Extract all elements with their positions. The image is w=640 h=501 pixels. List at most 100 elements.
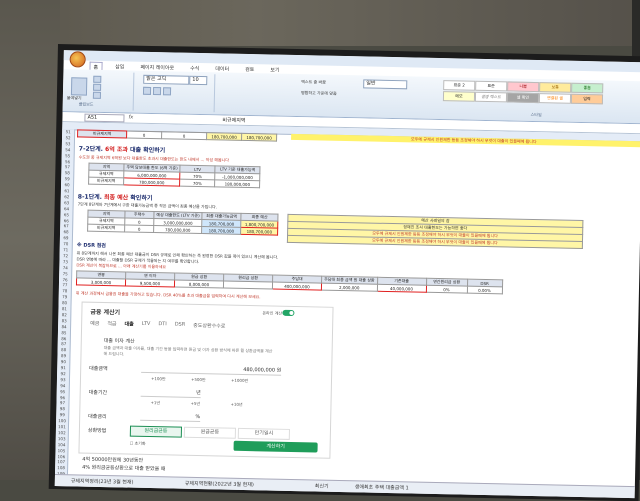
cell-value[interactable]: 780,000,000 [153, 225, 202, 234]
row-number[interactable]: 57 [61, 164, 73, 170]
row-number[interactable]: 70 [60, 241, 72, 246]
loan-period-input[interactable]: 년 [140, 387, 201, 399]
style-explanatory[interactable]: 설명 텍스트 [474, 91, 508, 103]
cell-value[interactable]: 0.00% [466, 286, 503, 294]
amount-chip[interactable]: +100만 [151, 376, 166, 382]
row-number[interactable]: 56 [61, 159, 73, 164]
row-number[interactable]: 66 [60, 218, 72, 223]
row-number[interactable]: 65 [60, 212, 72, 217]
row-number[interactable]: 108 [55, 465, 67, 470]
online-toggle[interactable] [282, 309, 295, 317]
cell-value[interactable]: 0 [124, 224, 154, 233]
row-number[interactable]: 76 [59, 277, 71, 282]
cell-value[interactable]: 8,000,000 [174, 279, 224, 289]
sheet-tab[interactable]: 규제지역정리(23년 3월 현재) [71, 477, 134, 485]
style-linked-cell[interactable]: 연결된 셀 [538, 93, 572, 104]
style-bad[interactable]: 나쁨 [507, 81, 540, 93]
cell-value[interactable]: 0 [161, 131, 207, 140]
row-number[interactable]: 102 [56, 430, 68, 435]
row-number[interactable]: 93 [57, 377, 69, 382]
row-number[interactable]: 101 [56, 424, 68, 429]
row-number[interactable]: 77 [59, 282, 71, 288]
style-good[interactable]: 좋음 [571, 82, 604, 94]
style-normal[interactable]: 표준 [475, 80, 508, 92]
row-number[interactable]: 107 [55, 459, 67, 464]
row-number[interactable]: 84 [58, 324, 70, 329]
row-number[interactable]: 62 [61, 194, 73, 199]
tab-dti[interactable]: DTI [158, 321, 167, 328]
period-chip[interactable]: +10년 [230, 402, 242, 408]
row-number[interactable]: 68 [60, 229, 72, 234]
format-painter-icon[interactable] [92, 91, 102, 99]
row-number[interactable]: 79 [59, 294, 71, 299]
style-memo[interactable]: 메모 [442, 91, 476, 102]
merge-center-button[interactable]: 병합하고 가운데 맞춤 [301, 90, 337, 97]
cell-region[interactable]: 비규제지역 [87, 224, 125, 232]
sheet-tab[interactable]: 생애최초 주택 대출금액 1 [355, 483, 409, 491]
style-check-cell[interactable]: 셀 확인 [506, 92, 540, 104]
method-equal-payment[interactable]: 원리금균등 [129, 425, 183, 438]
office-button[interactable] [69, 51, 86, 68]
cell-value[interactable]: 180,000,000 [214, 179, 260, 188]
row-number[interactable]: 55 [62, 153, 74, 158]
row-number[interactable]: 89 [57, 353, 69, 358]
row-number[interactable]: 99 [56, 412, 68, 417]
tab-deposit[interactable]: 예금 [90, 320, 99, 327]
row-number[interactable]: 64 [61, 206, 73, 211]
loan-amount-input[interactable]: 480,000,000 원 [141, 363, 282, 376]
row-number[interactable]: 74 [59, 265, 71, 270]
row-number[interactable]: 98 [56, 406, 68, 411]
row-number[interactable]: 52 [62, 135, 74, 140]
row-number[interactable]: 51 [62, 129, 74, 134]
underline-icon[interactable] [162, 87, 172, 96]
row-number[interactable]: 100 [56, 418, 68, 423]
style-normal2[interactable]: 표준 2 [443, 80, 476, 91]
tab-loan[interactable]: 대출 [124, 320, 133, 327]
calculate-button[interactable]: 계산하기 [233, 440, 318, 453]
row-number[interactable]: 83 [58, 318, 70, 323]
row-number[interactable]: 85 [58, 330, 70, 335]
period-chip[interactable]: +5년 [190, 401, 200, 407]
row-number[interactable]: 106 [55, 454, 67, 459]
tab-savings[interactable]: 적금 [107, 320, 116, 327]
font-size-select[interactable]: 10 [189, 75, 208, 86]
row-number[interactable]: 69 [60, 235, 72, 240]
copy-icon[interactable] [93, 83, 102, 91]
row-number[interactable]: 80 [59, 300, 71, 305]
cell-value[interactable]: 2,000,000 [321, 283, 378, 292]
row-number[interactable]: 94 [57, 383, 69, 388]
cell-value[interactable]: 180,700,000 [241, 133, 277, 142]
italic-icon[interactable] [152, 87, 162, 96]
sheet-tab[interactable]: 규제지역현황(2022년 3월 현재) [185, 480, 254, 488]
cell-value[interactable]: 780,000,000 [123, 177, 180, 187]
period-chip[interactable]: +1년 [150, 400, 160, 406]
row-number[interactable]: 81 [58, 306, 70, 311]
paste-icon[interactable] [70, 77, 88, 96]
style-neutral[interactable]: 보통 [539, 82, 572, 93]
row-number[interactable]: 54 [62, 147, 74, 152]
name-box[interactable]: A51 [84, 113, 125, 123]
row-number[interactable]: 95 [57, 389, 69, 394]
row-number[interactable]: 53 [62, 141, 74, 146]
cell-value[interactable]: 9,500,000 [125, 278, 175, 287]
row-number[interactable]: 97 [56, 400, 68, 406]
sheet-tab[interactable]: 최신기 [315, 482, 329, 489]
row-number[interactable]: 75 [59, 271, 71, 276]
bold-icon[interactable] [142, 86, 152, 95]
amount-chip[interactable]: +1000만 [231, 378, 248, 384]
cell-value[interactable]: 180,700,000 [201, 226, 241, 235]
row-number[interactable]: 104 [56, 442, 68, 447]
cell-value[interactable]: 0 [126, 130, 162, 139]
row-number[interactable]: 63 [61, 200, 73, 205]
amount-chip[interactable]: +500만 [191, 377, 206, 383]
cell-value[interactable]: 180,700,000 [240, 227, 278, 236]
row-number[interactable]: 67 [60, 223, 72, 229]
font-name-select[interactable]: 맑은 고딕 [143, 74, 190, 85]
row-number[interactable]: 88 [58, 347, 70, 352]
row-number[interactable]: 59 [61, 176, 73, 181]
row-number[interactable]: 91 [57, 365, 69, 370]
cell-value[interactable]: 70% [179, 179, 215, 187]
row-number[interactable]: 96 [57, 395, 69, 400]
method-equal-principal[interactable]: 원금균등 [183, 426, 237, 439]
row-number[interactable]: 60 [61, 182, 73, 187]
